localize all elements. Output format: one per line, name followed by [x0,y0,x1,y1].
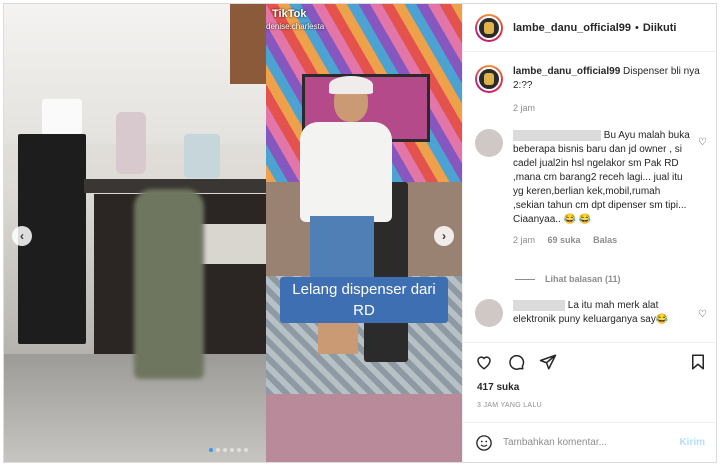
post-header: lambe_danu_official99 • Diikuti [463,4,716,52]
comment-item: La itu mah merk alat elektronik puny kel… [475,299,705,327]
post-timestamp: 3 JAM YANG LALU [477,402,542,409]
comment-time: 2 jam [513,235,536,245]
carousel-prev-button[interactable]: ‹ [12,226,32,246]
like-comment-heart-icon[interactable]: ♡ [698,309,707,320]
avatar[interactable] [475,129,503,157]
caption-time: 2 jam [513,103,536,113]
header-separator: • [635,21,639,34]
tiktok-watermark: TikTok [272,8,307,20]
carousel-dot [230,448,234,452]
video-caption: Lelang dispenser dari RD [280,277,448,323]
carousel-dot [237,448,241,452]
carousel-dot [244,448,248,452]
comment-text: Bu Ayu malah buka beberapa bisnis baru d… [513,130,690,225]
post-comment-button[interactable]: Kirim [679,437,705,448]
bookmark-icon[interactable] [689,353,707,371]
redacted-username [513,299,565,311]
post-caption: lambe_danu_official99 Dispenser bli nya … [475,65,703,113]
carousel-dot [216,448,220,452]
comment-bar: Kirim [463,422,716,462]
heart-icon[interactable] [475,353,493,371]
likes-count[interactable]: 417 suka [477,382,519,393]
comments-scroll[interactable]: lambe_danu_official99 Dispenser bli nya … [463,53,716,339]
emoji-icon[interactable] [475,434,493,452]
carousel-next-button[interactable]: › [434,226,454,246]
post-sidebar: lambe_danu_official99 • Diikuti lambe_da… [462,4,716,462]
like-comment-heart-icon[interactable]: ♡ [698,137,707,148]
carousel-dot [223,448,227,452]
carousel-dots [209,448,248,452]
view-replies-label[interactable]: Lihat balasan (11) [545,274,621,284]
avatar[interactable] [475,13,503,42]
comment-icon[interactable] [507,353,525,371]
room-photo-panel [4,4,266,462]
caption-username[interactable]: lambe_danu_official99 [513,66,620,77]
header-username[interactable]: lambe_danu_official99 [513,22,631,34]
carousel-dot [209,448,213,452]
post-media[interactable]: TikTok denise.charlesta Lelang dispenser… [4,4,462,462]
avatar[interactable] [475,65,503,93]
comment-input[interactable] [503,437,663,448]
redacted-username [513,129,601,141]
avatar[interactable] [475,299,503,327]
share-icon[interactable] [539,353,557,371]
comment-likes[interactable]: 69 suka [548,235,581,245]
video-panel: TikTok denise.charlesta Lelang dispenser… [266,4,462,462]
following-button[interactable]: Diikuti [643,22,677,34]
tiktok-username: denise.charlesta [266,22,325,31]
view-replies[interactable]: Lihat balasan (11) [515,274,621,284]
reply-button[interactable]: Balas [593,235,617,245]
action-bar [463,342,716,382]
comment-item: Bu Ayu malah buka beberapa bisnis baru d… [475,129,705,245]
instagram-post: TikTok denise.charlesta Lelang dispenser… [3,3,717,463]
